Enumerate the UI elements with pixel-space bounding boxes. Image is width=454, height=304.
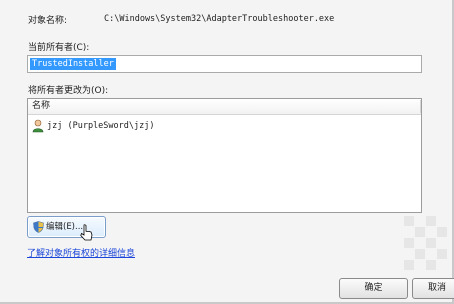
object-name-value: C:\Windows\System32\AdapterTroubleshoote… bbox=[104, 14, 335, 24]
list-item[interactable]: jzj (PurpleSword\jzj) bbox=[32, 119, 412, 133]
owner-list[interactable]: 名称 jzj (PurpleSword\jzj) bbox=[27, 98, 422, 213]
list-header: 名称 bbox=[28, 99, 421, 115]
current-owner-field[interactable]: TrustedInstaller bbox=[27, 55, 422, 73]
watermark-logo bbox=[404, 216, 447, 270]
current-owner-value[interactable]: TrustedInstaller bbox=[30, 58, 116, 70]
column-header-name[interactable]: 名称 bbox=[32, 101, 50, 112]
object-name-label: 对象名称: bbox=[28, 16, 68, 26]
edit-button-label: 编辑(E)... bbox=[46, 222, 84, 232]
edit-button[interactable]: 编辑(E)... bbox=[27, 216, 106, 238]
list-item-text: jzj (PurpleSword\jzj) bbox=[47, 121, 155, 131]
uac-shield-icon bbox=[33, 221, 44, 233]
change-owner-label: 将所有者更改为(O): bbox=[28, 86, 109, 96]
current-owner-label: 当前所有者(C): bbox=[28, 43, 90, 53]
ownership-details-link[interactable]: 了解对象所有权的详细信息 bbox=[27, 248, 135, 260]
mouse-pointer-icon bbox=[80, 224, 93, 241]
column-divider bbox=[420, 100, 421, 113]
user-icon bbox=[32, 119, 44, 133]
